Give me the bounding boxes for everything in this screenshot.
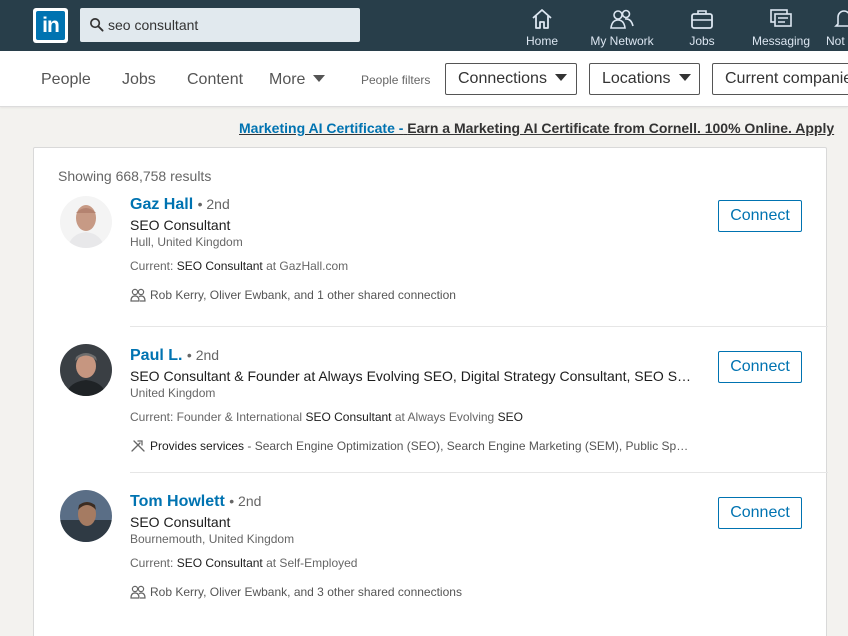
nav-messaging-label: Messaging <box>751 34 811 48</box>
nav-jobs[interactable]: Jobs <box>682 6 722 50</box>
result-headline: SEO Consultant <box>130 514 231 530</box>
connection-degree: • 2nd <box>229 493 262 509</box>
nav-jobs-label: Jobs <box>689 34 715 48</box>
result-current-position: Current: SEO Consultant at Self-Employed <box>130 556 357 570</box>
nav-notifications-label: Not <box>826 34 845 48</box>
home-icon <box>532 9 552 29</box>
current-highlight-2: SEO <box>497 410 523 424</box>
briefcase-icon <box>691 10 713 29</box>
result-current-position: Current: SEO Consultant at GazHall.com <box>130 259 348 273</box>
current-prefix: Current: <box>130 259 174 273</box>
people-filters-label: People filters <box>361 73 431 87</box>
connections-filter-label: Connections <box>458 70 547 87</box>
tab-people[interactable]: People <box>41 71 91 89</box>
result-name-link[interactable]: Paul L. <box>130 347 182 364</box>
connections-filter-button[interactable]: Connections <box>445 63 577 95</box>
result-name-line: Gaz Hall • 2nd <box>130 196 230 214</box>
shared-connections[interactable]: Rob Kerry, Oliver Ewbank, and 3 other sh… <box>130 585 692 599</box>
tab-more[interactable]: More <box>269 71 326 89</box>
current-highlight: SEO Consultant <box>305 410 392 424</box>
result-current-position: Current: Founder & International SEO Con… <box>130 410 523 424</box>
result-location: Bournemouth, United Kingdom <box>130 532 295 546</box>
bell-icon <box>834 10 848 27</box>
nav-messaging[interactable]: Messaging <box>750 6 812 50</box>
connection-degree: • 2nd <box>186 347 220 363</box>
search-input[interactable] <box>108 8 353 42</box>
connect-button[interactable]: Connect <box>718 200 802 232</box>
sponsored-ad-link[interactable]: Marketing AI Certificate - Earn a Market… <box>239 120 834 136</box>
results-count: Showing 668,758 results <box>58 168 212 184</box>
shared-connections-icon <box>130 288 146 302</box>
filter-bar: People Jobs Content More People filters … <box>0 51 848 107</box>
ad-text[interactable]: Earn a Marketing AI Certificate from Cor… <box>407 120 834 136</box>
search-results-card: Showing 668,758 results Gaz Hall • 2nd S… <box>33 147 828 636</box>
ad-title-link[interactable]: Marketing AI Certificate - <box>239 120 403 136</box>
services-label: Provides services <box>150 439 245 453</box>
caret-down-icon <box>554 74 567 81</box>
nav-home[interactable]: Home <box>520 6 564 50</box>
connect-button[interactable]: Connect <box>718 497 802 529</box>
linkedin-logo[interactable]: in <box>33 8 68 43</box>
services-text: - Search Engine Optimization (SEO), Sear… <box>247 439 692 453</box>
divider <box>130 472 828 473</box>
shared-connections-icon <box>130 585 146 599</box>
messaging-icon <box>770 9 792 27</box>
current-prefix: Current: Founder & International <box>130 410 303 424</box>
caret-down-icon <box>313 75 326 82</box>
tab-more-label: More <box>269 71 306 88</box>
services-icon <box>131 440 145 452</box>
caret-down-icon <box>678 74 691 81</box>
result-headline: SEO Consultant & Founder at Always Evolv… <box>130 368 692 384</box>
nav-home-label: Home <box>525 34 558 48</box>
result-location: United Kingdom <box>130 386 216 400</box>
current-rest: at GazHall.com <box>266 259 349 273</box>
current-highlight: SEO Consultant <box>176 556 263 570</box>
current-companies-filter-button[interactable]: Current companies <box>712 63 848 95</box>
current-rest: at Self-Employed <box>266 556 358 570</box>
shared-connections-text: Rob Kerry, Oliver Ewbank, and 3 other sh… <box>150 585 462 599</box>
result-name-line: Tom Howlett • 2nd <box>130 493 261 511</box>
avatar[interactable] <box>60 490 112 542</box>
current-rest: at Always Evolving <box>394 410 495 424</box>
result-headline: SEO Consultant <box>130 217 231 233</box>
current-companies-filter-label: Current companies <box>725 70 848 87</box>
nav-my-network-label: My Network <box>590 34 654 48</box>
provided-services[interactable]: Provides services - Search Engine Optimi… <box>130 439 692 453</box>
network-icon <box>610 9 634 29</box>
connection-degree: • 2nd <box>197 196 230 212</box>
shared-connections[interactable]: Rob Kerry, Oliver Ewbank, and 1 other sh… <box>130 288 692 302</box>
current-highlight: SEO Consultant <box>176 259 263 273</box>
locations-filter-button[interactable]: Locations <box>589 63 700 95</box>
result-location: Hull, United Kingdom <box>130 235 243 249</box>
avatar[interactable] <box>60 344 112 396</box>
avatar[interactable] <box>60 196 112 248</box>
result-name-line: Paul L. • 2nd <box>130 347 219 365</box>
tab-content[interactable]: Content <box>187 71 243 89</box>
tab-jobs[interactable]: Jobs <box>122 71 156 89</box>
search-box <box>80 8 360 42</box>
search-icon <box>90 18 104 32</box>
divider <box>130 326 828 327</box>
connect-button[interactable]: Connect <box>718 351 802 383</box>
locations-filter-label: Locations <box>602 70 671 87</box>
current-prefix: Current: <box>130 556 174 570</box>
shared-connections-text: Rob Kerry, Oliver Ewbank, and 1 other sh… <box>150 288 456 302</box>
nav-my-network[interactable]: My Network <box>586 6 658 50</box>
result-name-link[interactable]: Gaz Hall <box>130 196 193 213</box>
nav-notifications[interactable]: Not <box>826 6 848 50</box>
result-name-link[interactable]: Tom Howlett <box>130 493 225 510</box>
top-nav-bar: in Home My Network Jobs <box>0 0 848 51</box>
